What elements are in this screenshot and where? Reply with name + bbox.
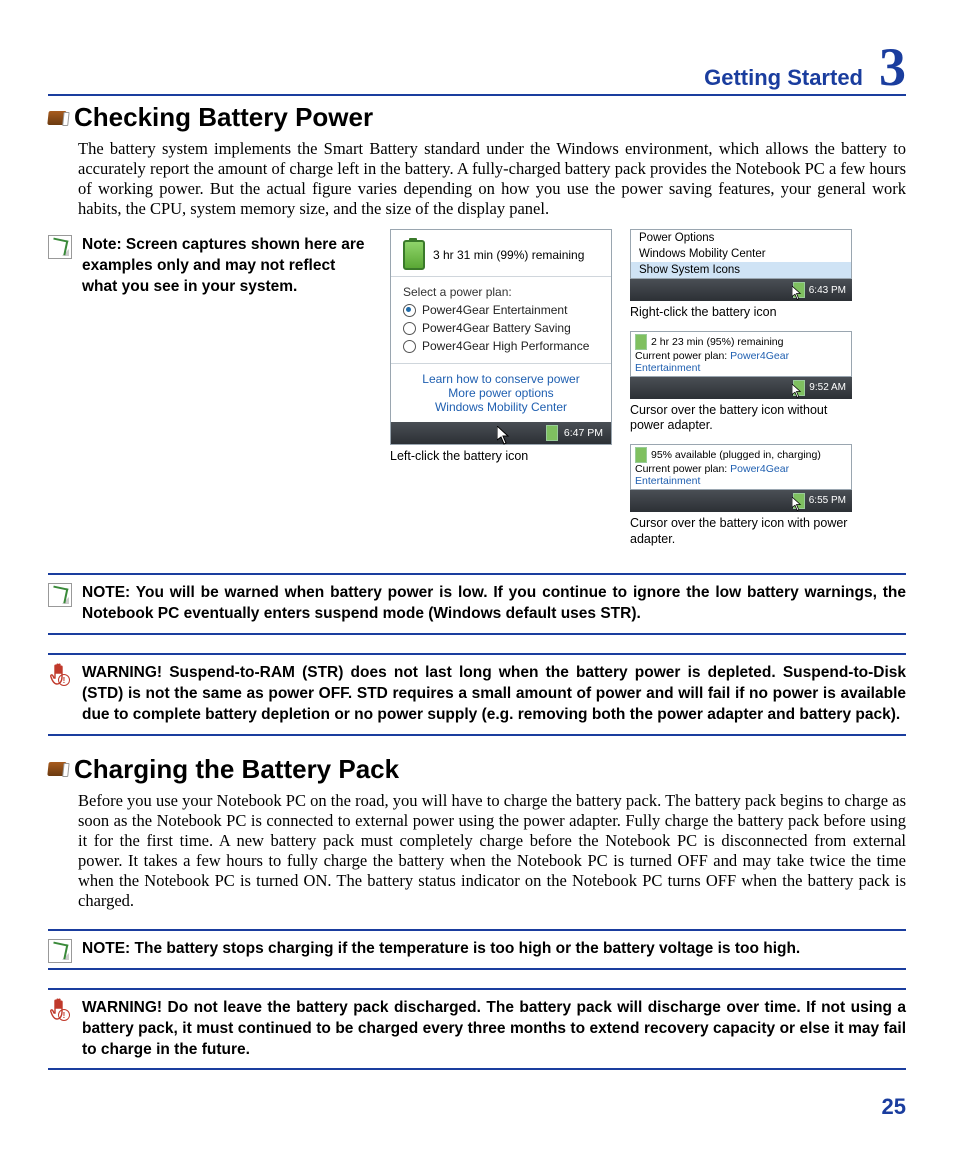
plan-label-2: Power4Gear Battery Saving [422,321,571,335]
plan-option-3[interactable]: Power4Gear High Performance [391,337,611,355]
cursor-icon [792,286,804,301]
taskbar: 6:47 PM [391,422,611,444]
radio-icon [403,322,416,335]
tooltip-charging: 95% available (plugged in, charging) [651,449,821,461]
radio-selected-icon [403,304,416,317]
book-icon [47,762,66,776]
taskbar-time: 9:52 AM [809,382,846,393]
caption-leftclick: Left-click the battery icon [390,449,612,465]
section-heading-2: Charging the Battery Pack [48,754,906,785]
tooltip-with-adapter: 95% available (plugged in, charging) Cur… [630,444,852,490]
body-text-1: The battery system implements the Smart … [78,139,906,219]
book-icon [47,111,66,125]
select-plan-label: Select a power plan: [391,277,611,301]
battery-popup: 3 hr 31 min (99%) remaining Select a pow… [390,229,612,445]
plan-option-1[interactable]: Power4Gear Entertainment [391,301,611,319]
caption-cursor-no-adapter: Cursor over the battery icon without pow… [630,403,852,434]
cursor-icon [792,384,804,399]
link-conserve[interactable]: Learn how to conserve power [391,372,611,386]
taskbar-time: 6:43 PM [809,285,846,296]
note-stop-charging: NOTE: The battery stops charging if the … [48,929,906,970]
caption-rightclick: Right-click the battery icon [630,305,852,321]
ctx-mobility-center[interactable]: Windows Mobility Center [631,246,851,262]
cursor-icon [497,426,513,446]
tooltip-plan-label: Current power plan: [635,463,727,475]
mini-taskbar-3: 6:55 PM [630,490,852,512]
warning-hand-icon: ! [48,663,72,687]
tooltip-plan-label: Current power plan: [635,350,727,362]
warning-hand-icon: ! [48,998,72,1022]
tray-battery-icon[interactable] [546,425,558,441]
taskbar-time: 6:55 PM [809,495,846,506]
note-icon [48,939,72,963]
heading-charging-battery: Charging the Battery Pack [74,754,399,785]
warning-text: WARNING! Suspend-to-RAM (STR) does not l… [82,664,906,723]
body-text-2: Before you use your Notebook PC on the r… [78,791,906,911]
note-screen-captures: Note: Screen captures shown here are exa… [48,235,372,547]
battery-charging-icon [635,447,647,463]
warning-text: WARNING! Do not leave the battery pack d… [82,999,906,1058]
context-menu: Power Options Windows Mobility Center Sh… [630,229,852,279]
note-text: NOTE: The battery stops charging if the … [82,940,800,957]
battery-popup-figure: 3 hr 31 min (99%) remaining Select a pow… [390,229,612,547]
warning-discharge: ! WARNING! Do not leave the battery pack… [48,988,906,1071]
note-text: NOTE: You will be warned when battery po… [82,584,906,622]
battery-icon [403,240,425,270]
popup-links: Learn how to conserve power More power o… [391,363,611,422]
link-mobility-center[interactable]: Windows Mobility Center [391,400,611,414]
svg-text:!: ! [63,1011,66,1020]
taskbar-time: 6:47 PM [564,427,603,439]
battery-icon [635,334,647,350]
ctx-power-options[interactable]: Power Options [631,230,851,246]
plan-label-1: Power4Gear Entertainment [422,303,567,317]
chapter-header: Getting Started 3 [48,40,906,96]
mini-taskbar-1: 6:43 PM [630,279,852,301]
heading-checking-battery: Checking Battery Power [74,102,373,133]
svg-text:!: ! [63,676,66,685]
cursor-icon [792,497,804,512]
caption-cursor-with-adapter: Cursor over the battery icon with power … [630,516,852,547]
plan-option-2[interactable]: Power4Gear Battery Saving [391,319,611,337]
section-heading-1: Checking Battery Power [48,102,906,133]
note-icon [48,583,72,607]
tooltip-no-adapter: 2 hr 23 min (95%) remaining Current powe… [630,331,852,377]
warning-str: ! WARNING! Suspend-to-RAM (STR) does not… [48,653,906,736]
tooltip-remaining: 2 hr 23 min (95%) remaining [651,336,783,348]
section-name: Getting Started [704,65,863,91]
right-figures: Power Options Windows Mobility Center Sh… [630,229,852,547]
figures-row: Note: Screen captures shown here are exa… [48,229,906,547]
note-low-battery: NOTE: You will be warned when battery po… [48,573,906,635]
link-more-options[interactable]: More power options [391,386,611,400]
radio-icon [403,340,416,353]
plan-label-3: Power4Gear High Performance [422,339,589,353]
note-text: Note: Screen captures shown here are exa… [82,236,365,295]
remaining-text: 3 hr 31 min (99%) remaining [433,248,584,262]
ctx-show-icons[interactable]: Show System Icons [631,262,851,278]
battery-status-row: 3 hr 31 min (99%) remaining [391,230,611,277]
page-number: 25 [48,1094,906,1120]
chapter-number: 3 [879,40,906,94]
mini-taskbar-2: 9:52 AM [630,377,852,399]
note-icon [48,235,72,259]
